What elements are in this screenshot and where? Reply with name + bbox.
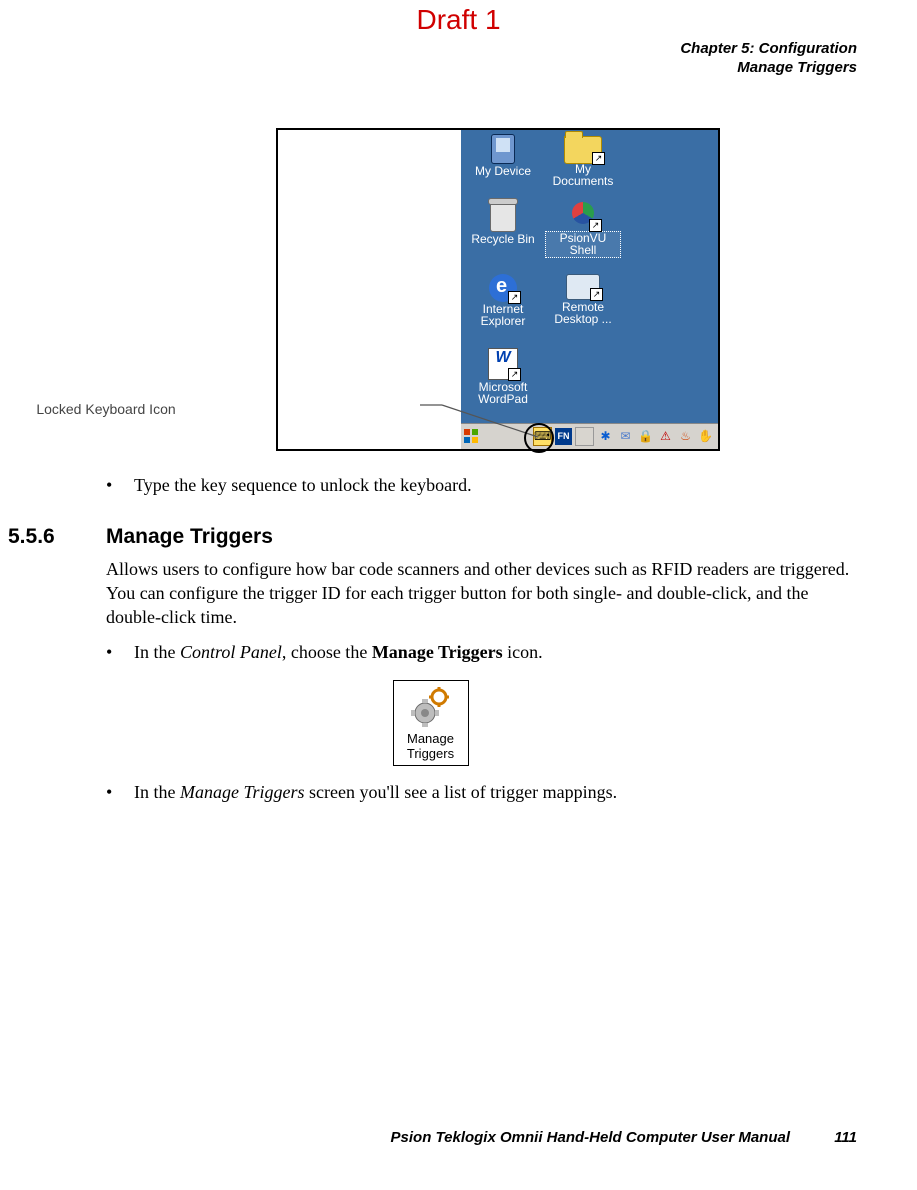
- network-icon: ✉: [617, 428, 634, 445]
- bullet-marker: •: [106, 780, 134, 804]
- alert-icon: ⚠: [657, 428, 674, 445]
- bullet-marker: •: [106, 640, 134, 664]
- internet-explorer-label: Internet Explorer: [465, 303, 541, 328]
- pda-icon: [491, 134, 515, 164]
- desktop-icon-wordpad: ↗ Microsoft WordPad: [465, 348, 541, 406]
- manage-triggers-icon-label: Manage Triggers: [407, 731, 454, 761]
- recycle-bin-icon: [490, 202, 516, 232]
- section-paragraph: Allows users to configure how bar code s…: [106, 557, 857, 630]
- shortcut-overlay-icon: ↗: [589, 219, 602, 232]
- desktop-icon-recycle-bin: Recycle Bin: [465, 202, 541, 246]
- flame-icon: ♨: [677, 428, 694, 445]
- locked-keyboard-icon: ⌨: [533, 427, 552, 446]
- instruction-bullet: • Type the key sequence to unlock the ke…: [106, 473, 857, 497]
- page-footer: Psion Teklogix Omnii Hand-Held Computer …: [391, 1129, 857, 1146]
- wordpad-label: Microsoft WordPad: [465, 381, 541, 406]
- bullet-marker: •: [106, 473, 134, 497]
- my-device-label: My Device: [465, 165, 541, 178]
- remote-desktop-icon: ↗: [566, 274, 600, 300]
- bluetooth-icon: ✱: [597, 428, 614, 445]
- chapter-line-2: Manage Triggers: [4, 59, 857, 78]
- desktop-icon-psionvu-shell: ↗ PsionVU Shell: [545, 202, 621, 258]
- manage-triggers-icon-figure: Manage Triggers: [393, 680, 469, 766]
- remote-desktop-label: Remote Desktop ...: [545, 301, 621, 326]
- bullet-text: In the Manage Triggers screen you'll see…: [134, 780, 617, 804]
- section-heading: 5.5.6 Manage Triggers: [4, 525, 857, 549]
- desktop-icon-my-device: My Device: [465, 134, 541, 178]
- desktop-screenshot-figure: My Device ↗ My Documents Recycle Bin ↗ P…: [4, 128, 857, 451]
- control-panel-emphasis: Control Panel: [180, 642, 282, 662]
- ie-icon: ↗: [489, 274, 517, 302]
- system-tray: ⌨ FN ✱ ✉ 🔒 ⚠ ♨ ✋: [533, 427, 714, 446]
- shortcut-overlay-icon: ↗: [592, 152, 605, 165]
- chapter-header: Chapter 5: Configuration Manage Triggers: [4, 40, 857, 78]
- callout-label: Locked Keyboard Icon: [26, 401, 186, 419]
- draft-watermark: Draft 1: [0, 4, 917, 36]
- shortcut-overlay-icon: ↗: [590, 288, 603, 301]
- lock-icon: 🔒: [637, 428, 654, 445]
- start-flag-icon: [463, 428, 480, 445]
- device-desktop: My Device ↗ My Documents Recycle Bin ↗ P…: [461, 130, 718, 424]
- fn-indicator-icon: FN: [555, 428, 572, 445]
- taskbar: ⌨ FN ✱ ✉ 🔒 ⚠ ♨ ✋: [461, 423, 718, 449]
- footer-page-number: 111: [834, 1129, 857, 1146]
- manage-triggers-strong: Manage Triggers: [372, 642, 503, 662]
- folder-icon: ↗: [564, 136, 602, 164]
- recycle-bin-label: Recycle Bin: [465, 233, 541, 246]
- wordpad-icon: ↗: [488, 348, 518, 380]
- instruction-bullet: • In the Control Panel, choose the Manag…: [106, 640, 857, 664]
- my-documents-label: My Documents: [545, 163, 621, 188]
- tray-blank-icon: [575, 427, 594, 446]
- section-title: Manage Triggers: [106, 525, 273, 549]
- footer-book-title: Psion Teklogix Omnii Hand-Held Computer …: [391, 1129, 791, 1146]
- section-number: 5.5.6: [8, 525, 106, 549]
- shortcut-overlay-icon: ↗: [508, 291, 521, 304]
- desktop-icon-internet-explorer: ↗ Internet Explorer: [465, 274, 541, 328]
- desktop-icon-remote-desktop: ↗ Remote Desktop ...: [545, 274, 621, 326]
- hand-icon: ✋: [697, 428, 714, 445]
- psionvu-icon: ↗: [568, 202, 598, 230]
- instruction-bullet: • In the Manage Triggers screen you'll s…: [106, 780, 857, 804]
- shortcut-overlay-icon: ↗: [508, 368, 521, 381]
- manage-triggers-icon: [411, 687, 451, 727]
- bullet-text: Type the key sequence to unlock the keyb…: [134, 473, 472, 497]
- desktop-icon-my-documents: ↗ My Documents: [545, 134, 621, 188]
- manage-triggers-emphasis: Manage Triggers: [180, 782, 305, 802]
- bullet-text: In the Control Panel, choose the Manage …: [134, 640, 543, 664]
- chapter-line-1: Chapter 5: Configuration: [680, 40, 857, 57]
- psionvu-shell-label: PsionVU Shell: [545, 231, 621, 258]
